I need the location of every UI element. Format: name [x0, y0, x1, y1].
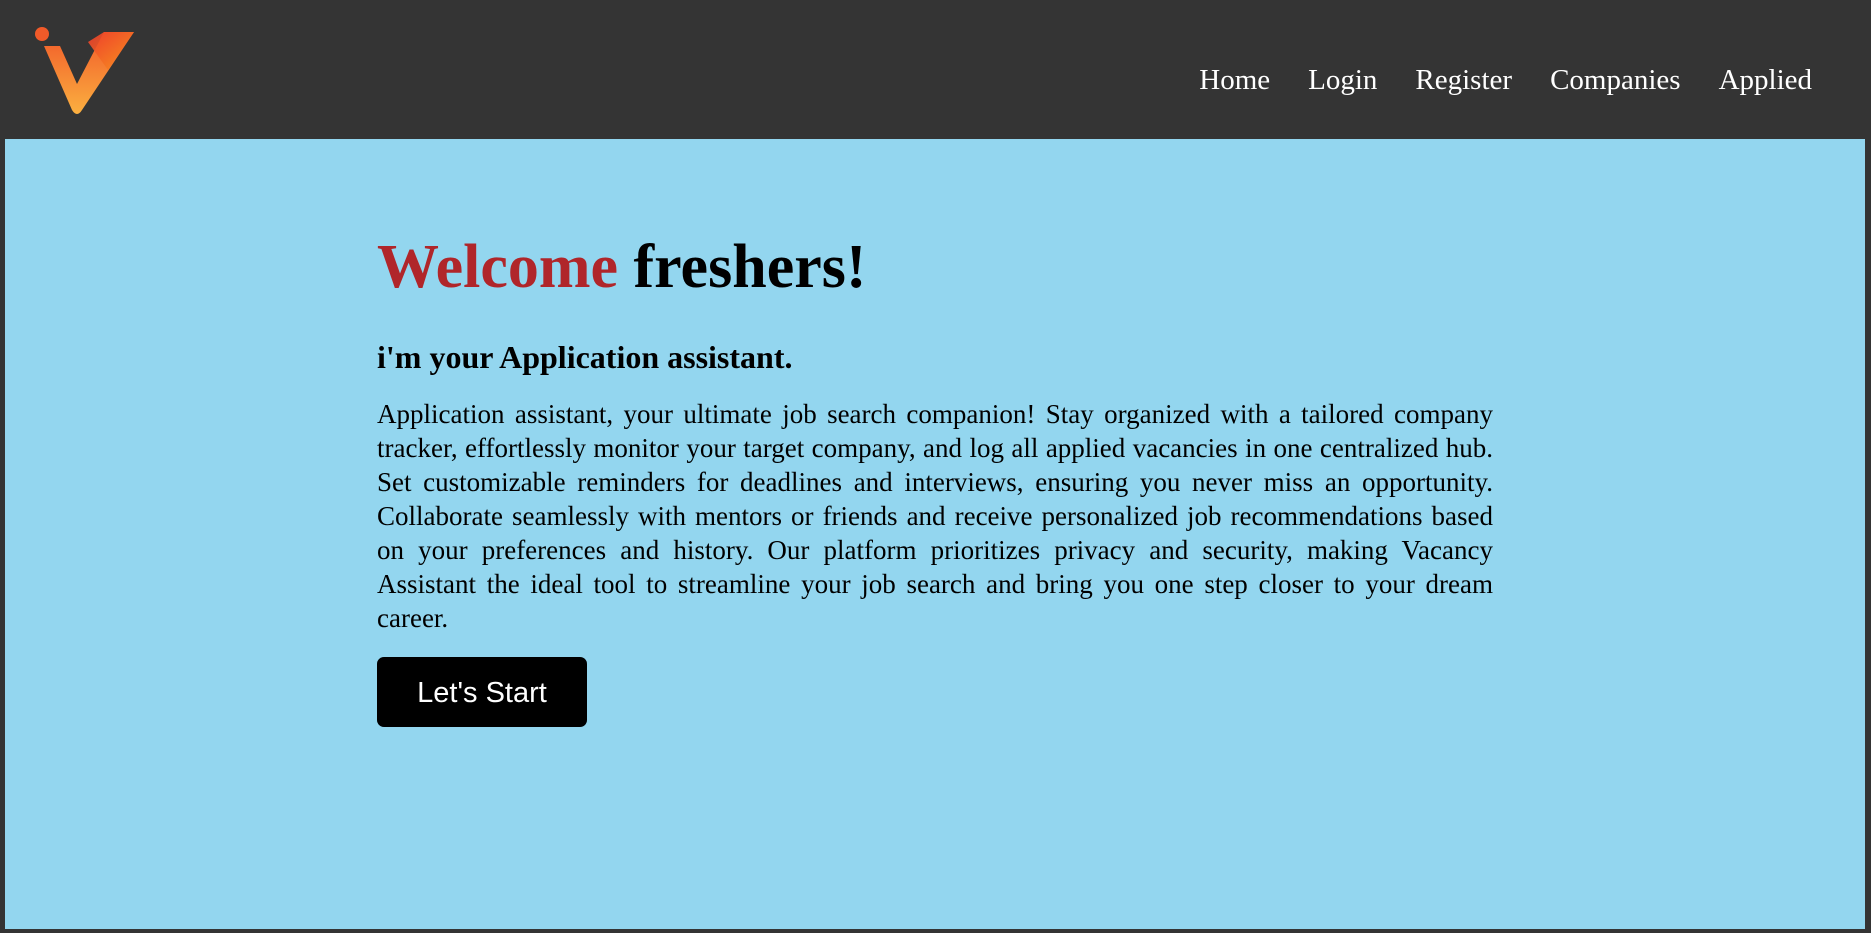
nav-applied-link[interactable]: Applied	[1719, 58, 1812, 102]
main-nav: Home Login Register Companies Applied	[1161, 58, 1812, 102]
welcome-heading: Welcome freshers!	[377, 227, 1493, 307]
intro-description: Application assistant, your ultimate job…	[377, 399, 1493, 633]
hero-section: Welcome freshers! i'm your Application a…	[5, 139, 1865, 929]
welcome-heading-rest: freshers!	[618, 233, 867, 301]
nav-home-link[interactable]: Home	[1199, 58, 1270, 102]
welcome-accent-word: Welcome	[377, 233, 619, 301]
assistant-subheading: i'm your Application assistant.	[377, 339, 793, 375]
top-navbar: Home Login Register Companies Applied	[0, 0, 1871, 139]
app-window: Home Login Register Companies Applied We…	[0, 0, 1871, 933]
nav-companies-link[interactable]: Companies	[1550, 58, 1681, 102]
logo-graphic	[35, 27, 134, 114]
hero-content: Welcome freshers! i'm your Application a…	[377, 227, 1493, 727]
nav-login-link[interactable]: Login	[1308, 58, 1377, 102]
v-logo-icon[interactable]	[34, 26, 138, 116]
nav-register-link[interactable]: Register	[1415, 58, 1512, 102]
lets-start-button[interactable]: Let's Start	[377, 657, 587, 727]
